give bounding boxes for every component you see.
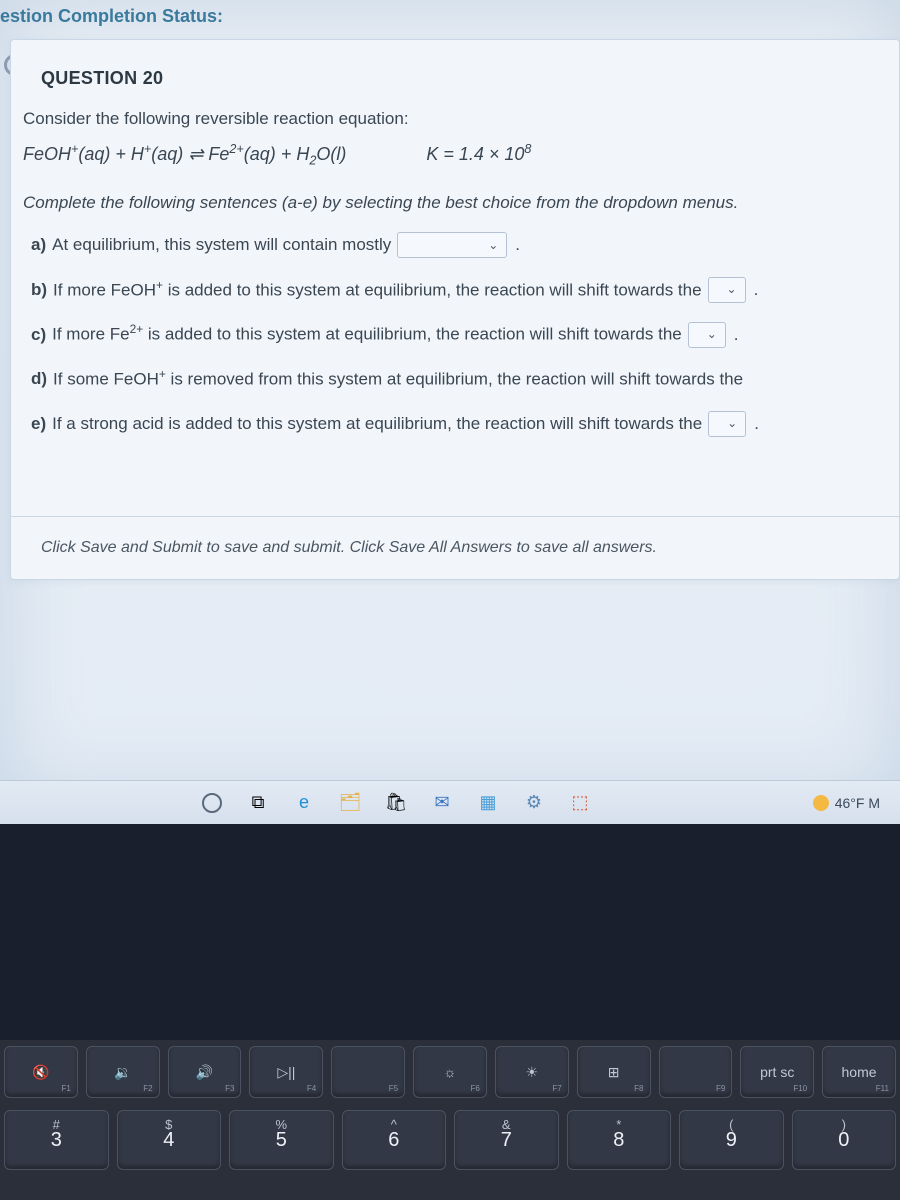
instruction-text: Complete the following sentences (a-e) b… [23,189,869,217]
physical-keyboard: 🔇F1🔉F2🔊F3▷||F4F5☼F6☀F7⊞F8F9prt scF10home… [0,1040,900,1200]
part-a-label: a) [31,231,46,259]
key-f2: 🔉F2 [86,1046,160,1098]
eq-species-4: H [296,144,309,164]
period: . [754,276,759,304]
mail-icon[interactable]: ✉ [430,791,454,815]
key-f7: ☀F7 [495,1046,569,1098]
save-submit-note: Click Save and Submit to save and submit… [11,516,899,579]
reaction-equation: FeOH+(aq) + H+(aq) ⇌ Fe2+(aq) + H2O(l) K… [23,139,869,171]
key-f11: homeF11 [822,1046,896,1098]
key-f4: ▷||F4 [249,1046,323,1098]
key-5: %5 [229,1110,334,1170]
part-c-text-a: If more Fe [52,325,129,344]
key-0: )0 [792,1110,897,1170]
file-explorer-icon[interactable]: 🗂 [338,791,362,815]
part-c-text-b: is added to this system at equilibrium, … [143,325,682,344]
eq-plus-2: + [281,144,297,164]
photos-icon[interactable]: ▦ [476,791,500,815]
part-c-dropdown[interactable]: ⌄ [688,322,726,348]
key-9: (9 [679,1110,784,1170]
part-a-dropdown[interactable]: ⌄ [397,232,507,258]
part-d-sup: + [159,367,166,381]
eq-species-1: FeOH [23,144,71,164]
chevron-down-icon: ⌄ [488,236,498,256]
eq-species-2: H [131,144,144,164]
chevron-down-icon: ⌄ [707,325,717,345]
part-b-text-b: is added to this system at equilibrium, … [163,280,702,299]
sun-icon [813,795,829,811]
period: . [734,321,739,349]
question-body: Consider the following reversible reacti… [11,105,899,476]
part-d: d) If some FeOH+ is removed from this sy… [23,365,869,394]
key-f8: ⊞F8 [577,1046,651,1098]
part-b-dropdown[interactable]: ⌄ [708,277,746,303]
eq-charge-3: 2+ [229,142,243,156]
key-7: &7 [454,1110,559,1170]
k-expression: K = 1.4 × 108 [426,139,531,170]
part-e-dropdown[interactable]: ⌄ [708,411,746,437]
period: . [754,410,759,438]
eq-tail-4: O(l) [316,144,346,164]
key-3: #3 [4,1110,109,1170]
eq-phase-1: (aq) [78,144,110,164]
edge-icon[interactable]: e [292,791,316,815]
part-a-text: At equilibrium, this system will contain… [52,231,391,259]
part-b-sup: + [156,278,163,292]
part-d-text-a: If some FeOH [53,370,159,389]
part-e-label: e) [31,410,46,438]
office-icon[interactable]: ⬚ [568,791,592,815]
task-view-icon[interactable]: ⧉ [246,791,270,815]
key-f5: F5 [331,1046,405,1098]
part-e: e) If a strong acid is added to this sys… [23,410,869,438]
question-number: QUESTION 20 [11,40,899,105]
question-prompt: Consider the following reversible reacti… [23,105,869,133]
key-f6: ☼F6 [413,1046,487,1098]
part-c-label: c) [31,321,46,349]
question-card: QUESTION 20 Consider the following rever… [10,39,900,580]
weather-widget[interactable]: 46°F M [813,795,880,811]
settings-icon[interactable]: ⚙ [522,791,546,815]
key-6: ^6 [342,1110,447,1170]
eq-species-3: Fe [208,144,229,164]
part-b-label: b) [31,276,47,304]
key-4: $4 [117,1110,222,1170]
part-e-text: If a strong acid is added to this system… [52,410,702,438]
eq-phase-2: (aq) [151,144,183,164]
period: . [515,231,520,259]
windows-taskbar[interactable]: ⧉ e 🗂 🛍 ✉ ▦ ⚙ ⬚ 46°F M [0,780,900,824]
key-f9: F9 [659,1046,733,1098]
eq-phase-3: (aq) [244,144,276,164]
eq-plus-1: + [115,144,131,164]
k-value: K = 1.4 × 10 [426,144,524,164]
key-8: *8 [567,1110,672,1170]
eq-arrow: ⇌ [188,144,208,164]
key-f3: 🔊F3 [168,1046,242,1098]
part-b-text-a: If more FeOH [53,280,156,299]
k-exp: 8 [524,142,531,156]
cortana-icon[interactable] [200,791,224,815]
chevron-down-icon: ⌄ [727,414,737,434]
chevron-down-icon: ⌄ [727,280,737,300]
key-f1: 🔇F1 [4,1046,78,1098]
part-d-text-b: is removed from this system at equilibri… [166,370,743,389]
part-a: a) At equilibrium, this system will cont… [23,231,869,259]
weather-text: 46°F M [835,795,880,811]
store-icon[interactable]: 🛍 [384,791,408,815]
part-c: c) If more Fe2+ is added to this system … [23,320,869,349]
part-d-label: d) [31,365,47,393]
completion-status: estion Completion Status: [0,0,900,31]
screen-content: estion Completion Status: 3 QUESTION 20 … [0,0,900,800]
part-b: b) If more FeOH+ is added to this system… [23,276,869,305]
part-c-sup: 2+ [130,322,144,336]
key-f10: prt scF10 [740,1046,814,1098]
